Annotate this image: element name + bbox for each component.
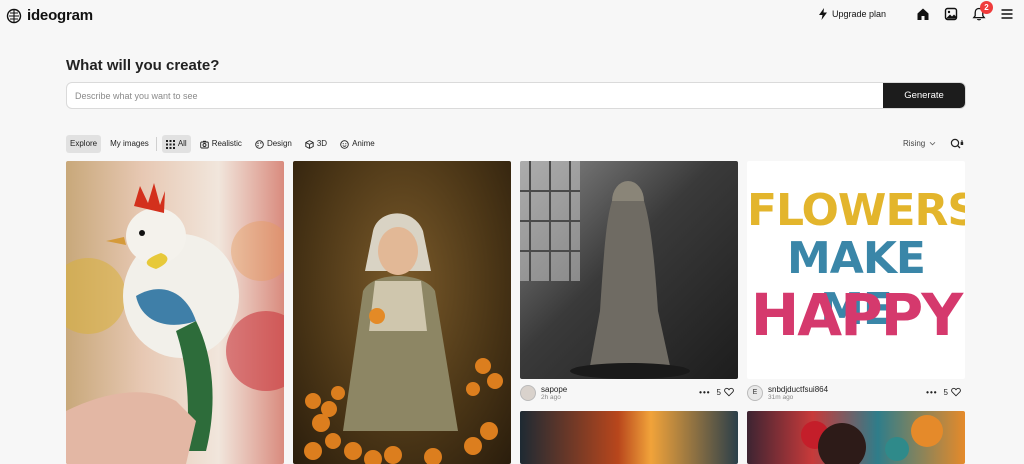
ideogram-logo-icon bbox=[6, 8, 22, 23]
poster-line-3: HAPPY bbox=[750, 281, 963, 349]
menu-icon[interactable] bbox=[1000, 7, 1014, 21]
card-meta-ghost: sapope 2h ago ••• 5 bbox=[520, 382, 738, 404]
girl-oranges-illustration bbox=[304, 213, 503, 464]
chick-illustration bbox=[66, 183, 284, 464]
card-actions: ••• 5 bbox=[926, 387, 961, 397]
grid-icon bbox=[165, 139, 175, 149]
style-anime[interactable]: Anime bbox=[336, 135, 379, 153]
poster-line-1: FLOWERS bbox=[747, 185, 965, 236]
image-card-chick[interactable] bbox=[66, 161, 284, 464]
gallery-icon[interactable] bbox=[944, 7, 958, 21]
filter-bar: Explore My images All Realistic Design 3… bbox=[66, 135, 379, 153]
image-card-ghost[interactable] bbox=[520, 161, 738, 379]
like-button[interactable]: 5 bbox=[717, 387, 734, 397]
generate-button[interactable]: Generate bbox=[883, 83, 965, 108]
tab-my-images[interactable]: My images bbox=[106, 135, 153, 153]
style-all-label: All bbox=[177, 139, 187, 148]
style-anime-label: Anime bbox=[352, 139, 375, 148]
logo[interactable]: ideogram bbox=[6, 7, 93, 24]
ghost-illustration bbox=[520, 161, 690, 379]
brand-name: ideogram bbox=[27, 7, 93, 24]
timestamp: 2h ago bbox=[541, 393, 561, 401]
filter-divider bbox=[155, 137, 157, 151]
sort-dropdown[interactable]: Rising bbox=[903, 139, 936, 148]
style-3d-label: 3D bbox=[316, 139, 328, 148]
camera-icon bbox=[199, 140, 209, 148]
prompt-input[interactable] bbox=[67, 83, 885, 108]
style-design[interactable]: Design bbox=[251, 135, 296, 153]
smiley-icon bbox=[340, 139, 349, 149]
username[interactable]: snbdjductfsui864 bbox=[768, 385, 828, 394]
like-count: 5 bbox=[943, 387, 948, 397]
lightning-icon bbox=[818, 8, 827, 20]
avatar[interactable]: E bbox=[747, 385, 763, 401]
notification-count-badge: 2 bbox=[980, 1, 993, 14]
image-card-woman-roses[interactable] bbox=[747, 411, 965, 464]
sort-label: Rising bbox=[903, 139, 926, 148]
chevron-down-icon bbox=[929, 141, 936, 146]
cube-icon bbox=[305, 139, 314, 149]
username[interactable]: sapope bbox=[541, 385, 567, 394]
upgrade-plan-label: Upgrade plan bbox=[831, 9, 886, 19]
user-info: sapope 2h ago bbox=[541, 385, 567, 402]
card-meta-flowers: E snbdjductfsui864 31m ago ••• 5 bbox=[747, 382, 965, 404]
page-heading: What will you create? bbox=[66, 57, 220, 74]
style-all[interactable]: All bbox=[161, 135, 191, 153]
palette-icon bbox=[255, 139, 264, 149]
home-icon[interactable] bbox=[916, 7, 930, 21]
bell-icon[interactable]: 2 bbox=[972, 1, 993, 21]
style-design-label: Design bbox=[266, 139, 292, 148]
card-actions: ••• 5 bbox=[699, 387, 734, 397]
tab-explore[interactable]: Explore bbox=[66, 135, 102, 153]
like-count: 5 bbox=[716, 387, 721, 397]
style-3d[interactable]: 3D bbox=[301, 135, 331, 153]
user-info: snbdjductfsui864 31m ago bbox=[768, 385, 828, 402]
more-options-icon[interactable]: ••• bbox=[926, 388, 937, 397]
image-card-fiery-scene[interactable] bbox=[520, 411, 738, 464]
heart-icon bbox=[724, 387, 734, 397]
timestamp: 31m ago bbox=[768, 393, 794, 401]
upgrade-plan-button[interactable]: Upgrade plan bbox=[818, 8, 886, 20]
style-realistic[interactable]: Realistic bbox=[196, 135, 246, 153]
avatar[interactable] bbox=[520, 385, 536, 401]
header-actions: Upgrade plan 2 bbox=[818, 1, 1014, 21]
top-bar: ideogram Upgrade plan 2 bbox=[0, 0, 1024, 32]
image-card-flowers-poster[interactable]: FLOWERS MAKE ME HAPPY bbox=[747, 161, 965, 379]
like-button[interactable]: 5 bbox=[944, 387, 961, 397]
image-card-girl-oranges[interactable] bbox=[293, 161, 511, 464]
roses-illustration bbox=[801, 415, 943, 464]
prompt-bar: Generate bbox=[66, 82, 966, 109]
style-realistic-label: Realistic bbox=[211, 139, 242, 148]
search-icon[interactable] bbox=[950, 138, 964, 150]
more-options-icon[interactable]: ••• bbox=[699, 388, 710, 397]
heart-icon bbox=[951, 387, 961, 397]
